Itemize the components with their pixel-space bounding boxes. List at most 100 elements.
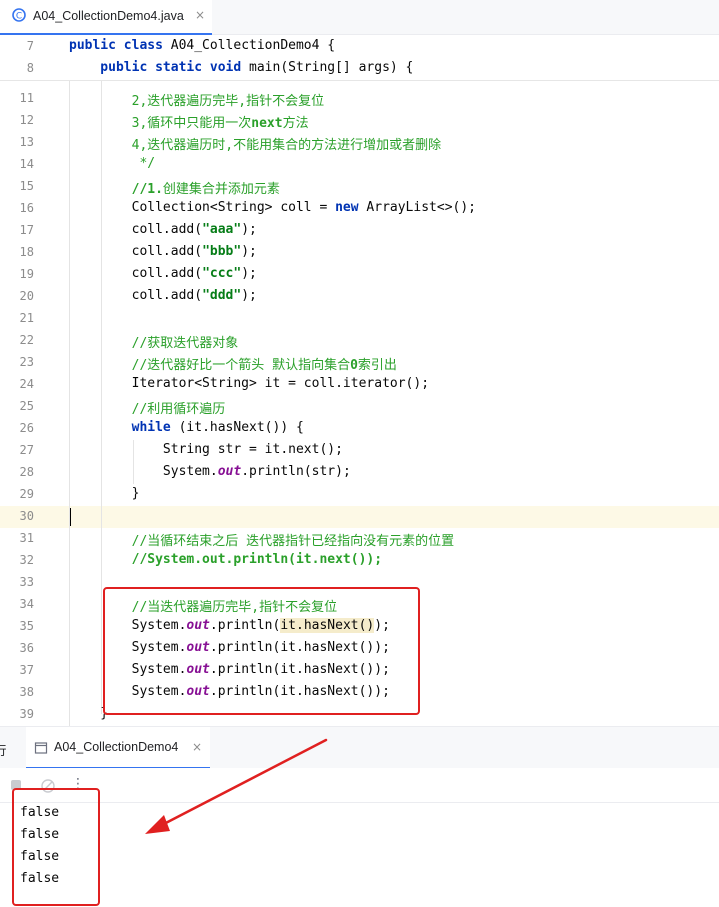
code-token: 2,迭代器遍历完毕,指针不会复位 — [69, 94, 325, 109]
run-config-icon — [34, 742, 48, 754]
code-line[interactable]: coll.add("aaa"); — [69, 222, 257, 237]
line-number: 11 — [19, 91, 34, 105]
run-panel-label: 行 — [0, 743, 7, 758]
code-token: A04_CollectionDemo4 { — [170, 38, 336, 53]
code-token: //获取迭代器对象 — [69, 336, 239, 351]
code-token: Iterator<String> it = coll.iterator(); — [69, 376, 430, 391]
line-number: 21 — [19, 311, 34, 325]
line-number: 33 — [19, 575, 34, 589]
code-token: coll.add( — [69, 288, 203, 303]
code-line[interactable]: coll.add("ddd"); — [69, 288, 257, 303]
run-tool-window-header: 行 A04_CollectionDemo4 × — [0, 726, 719, 769]
java-class-icon: C — [12, 8, 26, 22]
line-number: 13 — [19, 135, 34, 149]
code-line[interactable]: //获取迭代器对象 — [69, 332, 239, 351]
line-number: 27 — [19, 443, 34, 457]
code-token: ArrayList<>(); — [366, 200, 476, 215]
code-token: 3,循环中只能用一次 — [69, 116, 252, 131]
code-token: "aaa" — [202, 222, 242, 237]
code-line[interactable]: Collection<String> coll = new ArrayList<… — [69, 200, 476, 215]
code-token: "ccc" — [202, 266, 242, 281]
code-token: public class — [69, 38, 171, 53]
code-token: //当循环结束之后 迭代器指针已经指向没有元素的位置 — [69, 534, 455, 549]
line-number: 39 — [19, 707, 34, 721]
code-token: new — [335, 200, 367, 215]
sticky-header-divider — [0, 80, 719, 81]
run-toolbar: ⋮ — [0, 768, 719, 803]
line-number: 35 — [19, 619, 34, 633]
code-line[interactable]: 4,迭代器遍历时,不能用集合的方法进行增加或者删除 — [69, 134, 441, 153]
code-line[interactable]: 3,循环中只能用一次next方法 — [69, 112, 309, 131]
code-token: ); — [241, 244, 257, 259]
line-number: 18 — [19, 245, 34, 259]
line-number: 8 — [26, 61, 34, 75]
code-token: ); — [241, 288, 257, 303]
line-number: 26 — [19, 421, 34, 435]
run-tab-close-icon[interactable]: × — [192, 740, 202, 754]
code-token: out — [217, 464, 242, 479]
code-token: ); — [241, 266, 257, 281]
line-number: 20 — [19, 289, 34, 303]
line-number: 22 — [19, 333, 34, 347]
code-token: 索引出 — [357, 358, 397, 373]
code-token: next — [251, 116, 283, 131]
annotation-box-code — [103, 587, 420, 715]
code-line[interactable]: //迭代器好比一个箭头 默认指向集合0索引出 — [69, 354, 397, 373]
run-tab[interactable]: A04_CollectionDemo4 × — [26, 727, 210, 769]
code-token: String str = it.next(); — [69, 442, 343, 457]
annotation-box-output — [12, 788, 100, 906]
code-token: //1. — [69, 182, 163, 197]
code-token: */ — [69, 156, 156, 171]
line-number: 38 — [19, 685, 34, 699]
code-token: "bbb" — [202, 244, 242, 259]
code-line[interactable]: while (it.hasNext()) { — [69, 420, 304, 435]
code-line[interactable]: System.out.println(str); — [69, 464, 351, 479]
svg-text:C: C — [16, 12, 22, 22]
line-number: 23 — [19, 355, 34, 369]
console-output[interactable]: false false false false — [0, 803, 719, 907]
code-line[interactable]: //1.创建集合并添加元素 — [69, 178, 280, 197]
code-line[interactable]: public class A04_CollectionDemo4 { — [69, 38, 335, 53]
line-number: 36 — [19, 641, 34, 655]
code-line[interactable]: Iterator<String> it = coll.iterator(); — [69, 376, 429, 391]
code-line[interactable]: String str = it.next(); — [69, 442, 343, 457]
line-number: 31 — [19, 531, 34, 545]
line-number: 14 — [19, 157, 34, 171]
line-number: 24 — [19, 377, 34, 391]
code-token: 创建集合并添加元素 — [162, 182, 280, 197]
code-line[interactable]: //当循环结束之后 迭代器指针已经指向没有元素的位置 — [69, 530, 454, 549]
code-token: coll.add( — [69, 244, 203, 259]
code-token: public static void — [69, 60, 250, 75]
code-line[interactable]: coll.add("ccc"); — [69, 266, 257, 281]
tab-close-icon[interactable]: × — [195, 8, 205, 22]
code-token: (it.hasNext()) { — [178, 420, 304, 435]
code-token: coll.add( — [69, 222, 203, 237]
editor-tab-bar: C A04_CollectionDemo4.java × — [0, 0, 719, 35]
line-number: 30 — [19, 509, 34, 523]
code-line[interactable]: public static void main(String[] args) { — [69, 60, 413, 75]
code-line[interactable]: 2,迭代器遍历完毕,指针不会复位 — [69, 90, 324, 109]
code-token: ); — [241, 222, 257, 237]
code-token: coll.add( — [69, 266, 203, 281]
run-tab-label: A04_CollectionDemo4 — [54, 740, 179, 754]
line-number: 15 — [19, 179, 34, 193]
code-token: } — [69, 486, 140, 501]
editor-tab-file[interactable]: C A04_CollectionDemo4.java × — [0, 0, 212, 35]
code-line[interactable]: } — [69, 486, 140, 501]
code-token: 0 — [350, 358, 358, 373]
tab-filename: A04_CollectionDemo4.java — [33, 9, 184, 23]
code-token: main(String[] args) { — [249, 60, 414, 75]
code-line[interactable]: //利用循环遍历 — [69, 398, 226, 417]
code-editor[interactable]: 7 public class A04_CollectionDemo4 {8 pub… — [0, 35, 719, 726]
code-token: Collection<String> coll = — [69, 200, 336, 215]
code-line[interactable]: //System.out.println(it.next()); — [69, 552, 382, 567]
code-token: .println(str); — [241, 464, 351, 479]
code-line[interactable]: */ — [69, 156, 155, 171]
line-number: 37 — [19, 663, 34, 677]
line-number: 19 — [19, 267, 34, 281]
code-token: 4,迭代器遍历时,不能用集合的方法进行增加或者删除 — [69, 138, 442, 153]
code-line[interactable]: coll.add("bbb"); — [69, 244, 257, 259]
line-number: 17 — [19, 223, 34, 237]
code-token: System. — [69, 464, 218, 479]
